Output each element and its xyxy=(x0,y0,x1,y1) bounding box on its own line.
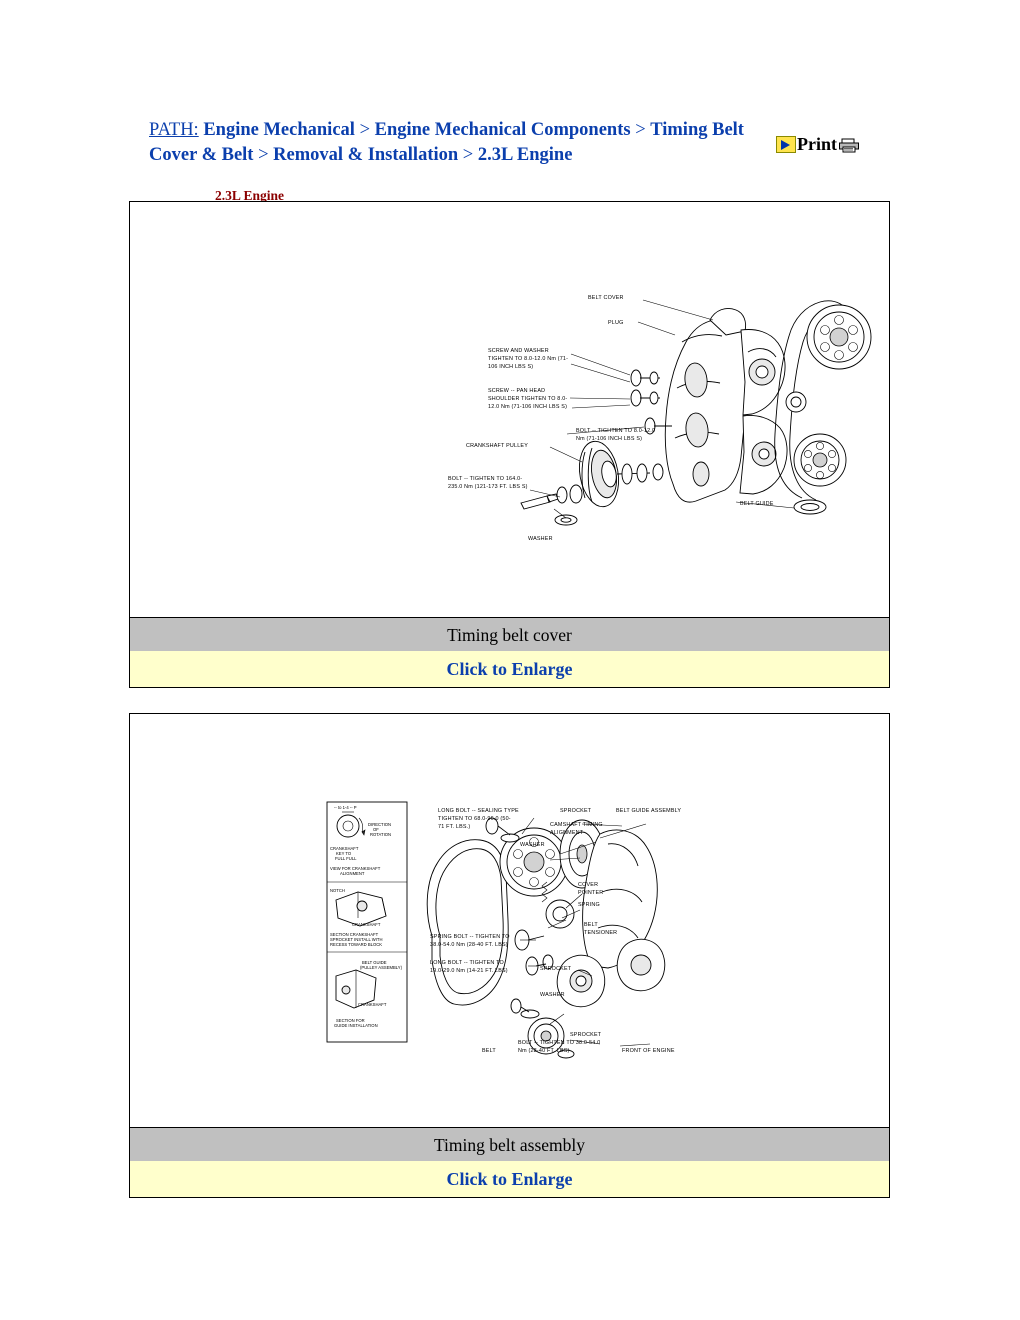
breadcrumb-item-4[interactable]: 2.3L Engine xyxy=(478,145,573,165)
breadcrumb-separator: > xyxy=(354,120,375,140)
callout-bolt-torque-2: Nm (71-106 INCH LBS S) xyxy=(576,436,642,442)
printer-icon xyxy=(838,136,860,153)
callout-long-bolt-torque-2: 71 FT. LBS.) xyxy=(438,824,470,830)
breadcrumb-item-1[interactable]: Engine Mechanical Components xyxy=(375,120,631,140)
document-page: PATH: Engine Mechanical > Engine Mechani… xyxy=(0,0,1020,1320)
callout-belt-bottom: BELT xyxy=(482,1048,496,1054)
figure-2-enlarge-link[interactable]: Click to Enlarge xyxy=(130,1161,889,1197)
callout-long-bolt-torque-1: TIGHTEN TO 68.0-96.0 (50- xyxy=(438,816,511,822)
figure-timing-belt-assembly[interactable]: -- to 1-4 -- P DIRECTION OF ROTATION CRA… xyxy=(129,713,890,1198)
callout-sprocket-top: SPROCKET xyxy=(560,808,592,814)
callout-belt-guide: BELT GUIDE xyxy=(740,501,774,507)
figure-timing-belt-cover[interactable]: BELT COVER PLUG SCREW AND WASHER TIGHTEN… xyxy=(129,201,890,688)
callout-spring-bolt-1: SPRING BOLT -- TIGHTEN TO xyxy=(430,934,510,940)
callout-washer-lower: WASHER xyxy=(540,992,565,998)
callout-camshaft-timing: CAMSHAFT TIMING xyxy=(550,822,603,828)
callout-belt-tensioner-2: TENSIONER xyxy=(584,930,617,936)
svg-text:ROTATION: ROTATION xyxy=(370,832,391,837)
callout-plug: PLUG xyxy=(608,320,623,326)
figure-1-enlarge-link[interactable]: Click to Enlarge xyxy=(130,651,889,687)
callout-pointer: POINTER xyxy=(578,890,603,896)
figure-2-caption: Timing belt assembly xyxy=(130,1127,889,1161)
callout-bolt-38-2: Nm (28-40 FT. LBS) xyxy=(518,1048,570,1054)
callout-screw-pan-head-torque-1: SHOULDER TIGHTEN TO 8.0- xyxy=(488,396,567,402)
breadcrumb-separator: > xyxy=(630,120,651,140)
callout-spring: SPRING xyxy=(578,902,600,908)
svg-text:CRANKSHAFT: CRANKSHAFT xyxy=(352,922,381,927)
print-button[interactable]: Print xyxy=(776,133,860,155)
callout-alignment: ALIGNMENT xyxy=(550,830,584,836)
breadcrumb-separator: > xyxy=(458,145,478,165)
svg-text:NOTCH: NOTCH xyxy=(330,888,345,893)
svg-text:FULL FULL: FULL FULL xyxy=(335,856,357,861)
breadcrumb-item-3[interactable]: Removal & Installation xyxy=(273,145,458,165)
callout-belt-tensioner-1: BELT xyxy=(584,922,598,928)
callout-screw-pan-head-torque-2: 12.0 Nm (71-106 INCH LBS S) xyxy=(488,404,567,410)
svg-text:(PULLEY ASSEMBLY): (PULLEY ASSEMBLY) xyxy=(360,965,403,970)
figure-1-drawing: BELT COVER PLUG SCREW AND WASHER TIGHTEN… xyxy=(130,202,889,617)
callout-crankshaft-pulley: CRANKSHAFT PULLEY xyxy=(466,443,528,449)
svg-text:DIRECTION: DIRECTION xyxy=(368,822,391,827)
yellow-arrow-icon xyxy=(776,135,796,153)
callout-bolt-38-1: BOLT -- TIGHTEN TO 38.0-54.0 xyxy=(518,1040,600,1046)
callout-spring-bolt-2: 38.0-54.0 Nm (28-40 FT. LBS) xyxy=(430,942,508,948)
callout-bolt-164-1: BOLT -- TIGHTEN TO 164.0- xyxy=(448,476,522,482)
callout-front-of-engine: FRONT OF ENGINE xyxy=(622,1048,675,1054)
svg-text:GUIDE INSTALLATION: GUIDE INSTALLATION xyxy=(334,1023,378,1028)
callout-long-bolt-19-2: 19.0-29.0 Nm (14-21 FT. LBS) xyxy=(430,968,508,974)
callout-belt-guide-assembly: BELT GUIDE ASSEMBLY xyxy=(616,808,681,814)
svg-text:-- to 1-4 -- P: -- to 1-4 -- P xyxy=(334,805,357,810)
print-label: Print xyxy=(797,133,837,154)
callout-sprocket-mid: SPROCKET xyxy=(540,966,572,972)
callout-screw-washer-torque-1: TIGHTEN TO 8.0-12.0 Nm (71- xyxy=(488,356,568,362)
callout-screw-pan-head: SCREW -- PAN HEAD xyxy=(488,388,545,394)
callout-screw-washer: SCREW AND WASHER xyxy=(488,348,549,354)
svg-text:ALIGNMENT: ALIGNMENT xyxy=(340,871,365,876)
callout-long-bolt-19-1: LONG BOLT -- TIGHTEN TO xyxy=(430,960,504,966)
svg-text:RECESS TOWARD BLOCK: RECESS TOWARD BLOCK xyxy=(330,942,382,947)
callout-bolt-164-2: 235.0 Nm (121-173 FT. LBS S) xyxy=(448,484,528,490)
figure-2-drawing: -- to 1-4 -- P DIRECTION OF ROTATION CRA… xyxy=(130,714,889,1127)
figure-1-caption: Timing belt cover xyxy=(130,617,889,651)
breadcrumb-separator: > xyxy=(253,145,274,165)
callout-long-bolt-sealing: LONG BOLT -- SEALING TYPE xyxy=(438,808,519,814)
svg-text:CRANKSHAFT: CRANKSHAFT xyxy=(358,1002,387,1007)
breadcrumb-label: PATH: xyxy=(149,120,199,140)
callout-washer: WASHER xyxy=(528,536,553,542)
breadcrumb: PATH: Engine Mechanical > Engine Mechani… xyxy=(149,118,769,168)
callout-sprocket-bottom: SPROCKET xyxy=(570,1032,602,1038)
callout-screw-washer-torque-2: 106 INCH LBS S) xyxy=(488,364,533,370)
breadcrumb-item-0[interactable]: Engine Mechanical xyxy=(203,120,355,140)
callout-washer-top: WASHER xyxy=(520,842,545,848)
callout-bolt-torque-1: BOLT -- TIGHTEN TO 8.0-12.0 xyxy=(576,428,655,434)
callout-belt-cover: BELT COVER xyxy=(588,295,624,301)
callout-cover: COVER xyxy=(578,882,598,888)
